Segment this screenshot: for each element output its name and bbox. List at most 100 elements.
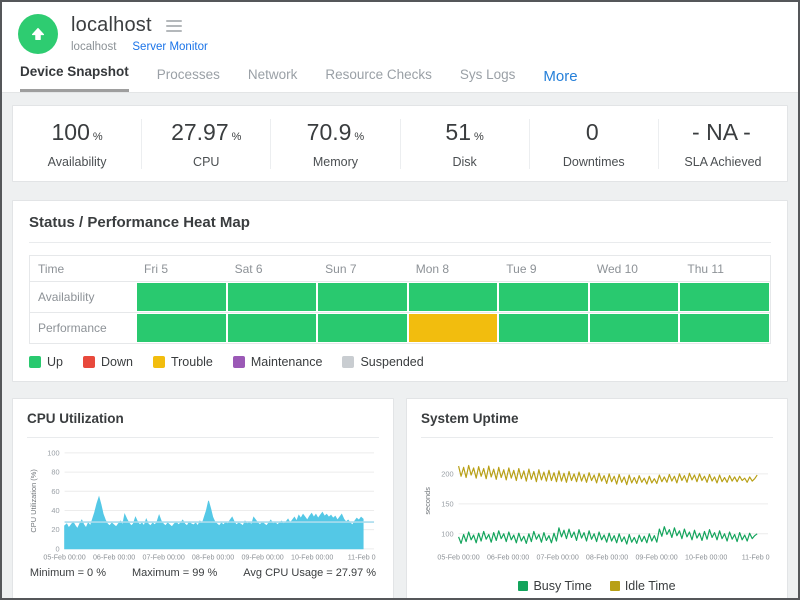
stat-downtimes: 0Downtimes <box>529 119 658 169</box>
legend-label: Down <box>101 355 133 369</box>
cpu-chart-card: CPU Utilization 020406080100CPU Utilizat… <box>12 398 394 598</box>
svg-text:20: 20 <box>51 525 59 534</box>
heatmap-cell-availability-sat-6[interactable] <box>228 283 317 311</box>
cpu-minimum: Minimum = 0 % <box>30 567 106 579</box>
uptime-chart-card: System Uptime 100150200seconds05-Feb 00:… <box>406 398 788 598</box>
breadcrumb-monitor-type-link[interactable]: Server Monitor <box>132 41 207 53</box>
legend-label: Trouble <box>171 355 213 369</box>
up-arrow-icon <box>27 23 49 45</box>
stat-memory: 70.9%Memory <box>270 119 399 169</box>
cpu-chart-stats: Minimum = 0 % Maximum = 99 % Avg CPU Usa… <box>27 567 379 579</box>
stat-cpu: 27.97%CPU <box>141 119 270 169</box>
heatmap-cell-performance-thu-11[interactable] <box>680 314 769 342</box>
page-header: localhost localhost Server Monitor Devic… <box>2 2 798 93</box>
heatmap-col-mon-8: Mon 8 <box>408 256 499 281</box>
heatmap-row-performance: Performance <box>30 312 770 343</box>
heatmap-row-availability: Availability <box>30 281 770 312</box>
cpu-chart-plot[interactable]: 020406080100CPU Utilization (%)05-Feb 00… <box>27 446 379 565</box>
svg-text:40: 40 <box>51 506 59 515</box>
svg-text:09-Feb 00:00: 09-Feb 00:00 <box>241 554 283 562</box>
stat-sla-achieved: - NA -SLA Achieved <box>658 119 787 169</box>
heatmap-cell-availability-mon-8[interactable] <box>409 283 498 311</box>
legend-swatch <box>518 581 528 591</box>
uptime-chart-plot[interactable]: 100150200seconds05-Feb 00:0006-Feb 00:00… <box>421 446 773 565</box>
legend-label: Busy Time <box>533 579 591 593</box>
page-title: localhost <box>71 14 152 37</box>
legend-swatch <box>610 581 620 591</box>
svg-text:150: 150 <box>441 499 453 508</box>
heatmap-cell-performance-sat-6[interactable] <box>228 314 317 342</box>
svg-text:06-Feb 00:00: 06-Feb 00:00 <box>487 554 529 562</box>
tab-bar: Device Snapshot Processes Network Resource … <box>18 64 782 92</box>
legend-item-suspended: Suspended <box>342 355 423 369</box>
svg-text:08-Feb 00:00: 08-Feb 00:00 <box>586 554 628 562</box>
tab-network[interactable]: Network <box>248 67 298 92</box>
stat-availability: 100%Availability <box>13 119 141 169</box>
svg-text:100: 100 <box>47 448 59 457</box>
svg-text:05-Feb 00:00: 05-Feb 00:00 <box>437 554 479 562</box>
stats-summary-card: 100%Availability27.97%CPU70.9%Memory51%D… <box>12 105 788 182</box>
heatmap-card: Status / Performance Heat Map TimeFri 5S… <box>12 200 788 382</box>
heatmap-col-wed-10: Wed 10 <box>589 256 680 281</box>
legend-item-up: Up <box>29 355 63 369</box>
svg-text:05-Feb 00:00: 05-Feb 00:00 <box>43 554 85 562</box>
svg-text:80: 80 <box>51 468 59 477</box>
svg-text:07-Feb 00:00: 07-Feb 00:00 <box>537 554 579 562</box>
heatmap-cell-availability-tue-9[interactable] <box>499 283 588 311</box>
heatmap-row-label: Availability <box>30 282 136 312</box>
svg-text:10-Feb 00:00: 10-Feb 00:00 <box>685 554 727 562</box>
heatmap-cell-availability-sun-7[interactable] <box>318 283 407 311</box>
app-window: localhost localhost Server Monitor Devic… <box>0 0 800 600</box>
svg-text:11-Feb 0: 11-Feb 0 <box>348 554 376 562</box>
heatmap-cell-performance-mon-8[interactable] <box>409 314 498 342</box>
heatmap-cell-availability-wed-10[interactable] <box>590 283 679 311</box>
heatmap-legend: UpDownTroubleMaintenanceSuspended <box>29 355 771 369</box>
tab-processes[interactable]: Processes <box>157 67 220 92</box>
heatmap-cell-performance-sun-7[interactable] <box>318 314 407 342</box>
legend-item-idle-time: Idle Time <box>610 579 676 593</box>
svg-text:11-Feb 0: 11-Feb 0 <box>742 554 770 562</box>
heatmap-col-tue-9: Tue 9 <box>498 256 589 281</box>
legend-item-down: Down <box>83 355 133 369</box>
legend-swatch <box>153 356 165 368</box>
svg-text:200: 200 <box>441 469 453 478</box>
heatmap-cell-availability-thu-11[interactable] <box>680 283 769 311</box>
heatmap-cell-performance-fri-5[interactable] <box>137 314 226 342</box>
heatmap-cell-performance-wed-10[interactable] <box>590 314 679 342</box>
svg-text:08-Feb 00:00: 08-Feb 00:00 <box>192 554 234 562</box>
stat-disk: 51%Disk <box>400 119 529 169</box>
svg-text:10-Feb 00:00: 10-Feb 00:00 <box>291 554 333 562</box>
heatmap-cell-availability-fri-5[interactable] <box>137 283 226 311</box>
svg-text:seconds: seconds <box>423 487 432 515</box>
uptime-chart-title: System Uptime <box>421 411 773 438</box>
tab-sys-logs[interactable]: Sys Logs <box>460 67 516 92</box>
legend-label: Idle Time <box>625 579 676 593</box>
breadcrumb-device: localhost <box>71 41 116 53</box>
uptime-chart-legend: Busy Time Idle Time <box>421 579 773 593</box>
heatmap-col-fri-5: Fri 5 <box>136 256 227 281</box>
heatmap-header-row: TimeFri 5Sat 6Sun 7Mon 8Tue 9Wed 10Thu 1… <box>30 256 770 281</box>
legend-swatch <box>83 356 95 368</box>
svg-text:07-Feb 00:00: 07-Feb 00:00 <box>143 554 185 562</box>
legend-swatch <box>342 356 354 368</box>
legend-item-trouble: Trouble <box>153 355 213 369</box>
heatmap-col-sun-7: Sun 7 <box>317 256 408 281</box>
heatmap-table: TimeFri 5Sat 6Sun 7Mon 8Tue 9Wed 10Thu 1… <box>29 255 771 344</box>
svg-text:06-Feb 00:00: 06-Feb 00:00 <box>93 554 135 562</box>
tab-resource-checks[interactable]: Resource Checks <box>325 67 432 92</box>
heatmap-col-thu-11: Thu 11 <box>679 256 770 281</box>
legend-item-busy-time: Busy Time <box>518 579 591 593</box>
legend-swatch <box>29 356 41 368</box>
cpu-average: Avg CPU Usage = 27.97 % <box>243 567 376 579</box>
svg-text:0: 0 <box>56 544 60 553</box>
breadcrumb: localhost Server Monitor <box>71 41 208 53</box>
heatmap-cell-performance-tue-9[interactable] <box>499 314 588 342</box>
legend-swatch <box>233 356 245 368</box>
svg-text:09-Feb 00:00: 09-Feb 00:00 <box>635 554 677 562</box>
tab-more[interactable]: More <box>543 68 577 92</box>
menu-icon[interactable] <box>164 18 184 34</box>
device-status-up-icon <box>18 14 58 54</box>
heatmap-title: Status / Performance Heat Map <box>29 214 771 243</box>
legend-label: Up <box>47 355 63 369</box>
tab-device-snapshot[interactable]: Device Snapshot <box>20 64 129 92</box>
